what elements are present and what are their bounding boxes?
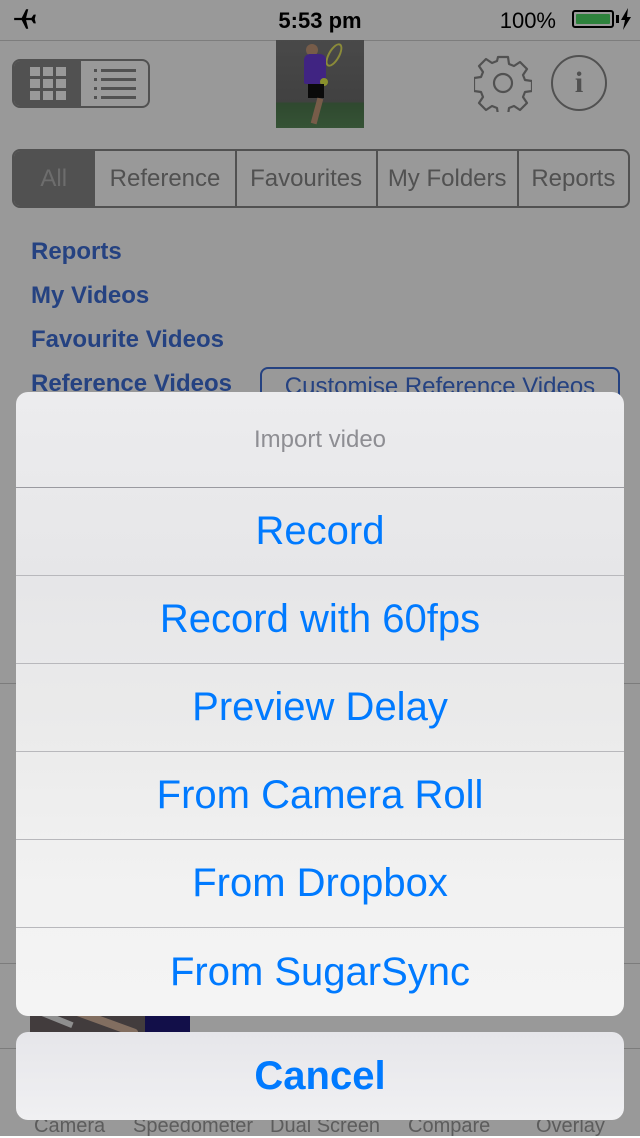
record-button[interactable]: Record xyxy=(16,488,624,576)
import-video-action-sheet: Import video Record Record with 60fps Pr… xyxy=(16,392,624,1016)
from-camera-roll-button[interactable]: From Camera Roll xyxy=(16,752,624,840)
action-sheet-title: Import video xyxy=(16,392,624,488)
from-sugarsync-button[interactable]: From SugarSync xyxy=(16,928,624,1016)
cancel-button[interactable]: Cancel xyxy=(16,1032,624,1120)
from-dropbox-button[interactable]: From Dropbox xyxy=(16,840,624,928)
preview-delay-button[interactable]: Preview Delay xyxy=(16,664,624,752)
record-60fps-button[interactable]: Record with 60fps xyxy=(16,576,624,664)
